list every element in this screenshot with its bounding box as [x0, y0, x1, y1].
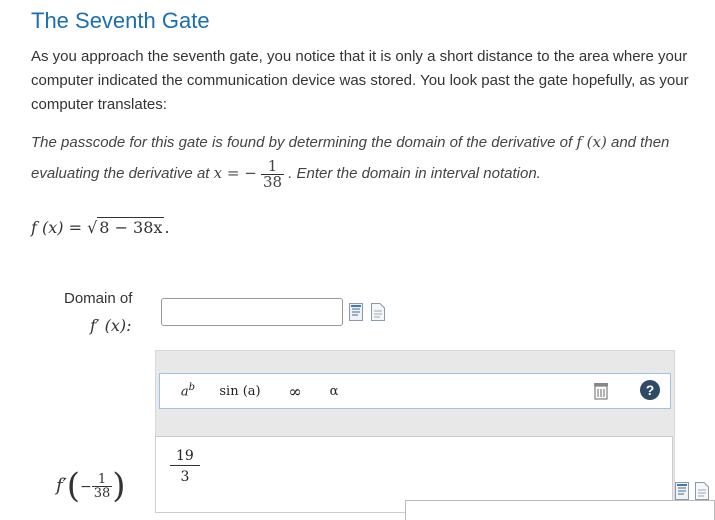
- preview-icon[interactable]: [371, 303, 385, 326]
- editor-fraction: 19 3: [170, 447, 200, 488]
- prompt-fraction: 1 38: [260, 158, 285, 191]
- equation-editor-icon[interactable]: [349, 303, 363, 326]
- sqrt-symbol: √: [87, 218, 98, 237]
- editor-fraction-numerator: 19: [170, 447, 200, 466]
- prompt-f-of-x: f (x): [576, 133, 607, 151]
- eval-fraction-numerator: 1: [91, 473, 113, 487]
- answer-input-2[interactable]: [405, 500, 715, 520]
- math-toolbar: ab sin (a) ∞ α ?: [159, 373, 671, 409]
- function-radicand: 8 − 38x: [97, 217, 165, 237]
- domain-fprime-label: f′ (x):: [90, 316, 132, 335]
- domain-label: Domain of: [64, 290, 133, 307]
- prompt-x-equals: x = −: [213, 164, 257, 182]
- derivative-evaluation-label: f′(− 1 38 ): [56, 466, 126, 506]
- prompt-paragraph: The passcode for this gate is found by d…: [31, 127, 715, 190]
- eval-open-paren: (: [66, 466, 81, 506]
- prompt-text-3: . Enter the domain in interval notation.: [288, 165, 541, 182]
- editor-fraction-denominator: 3: [180, 469, 190, 485]
- eval-negative: −: [80, 479, 92, 495]
- trash-icon[interactable]: [590, 380, 612, 402]
- prompt-fraction-denominator: 38: [262, 172, 283, 191]
- domain-answer-input[interactable]: [161, 298, 343, 326]
- greek-letter-button[interactable]: α: [322, 380, 346, 402]
- help-button[interactable]: ?: [640, 380, 660, 400]
- function-lhs: f (x) =: [31, 218, 88, 237]
- function-definition: f (x) = √ 8 − 38x.: [31, 217, 170, 237]
- prompt-text-1: The passcode for this gate is found by d…: [31, 134, 573, 151]
- eval-fraction: 1 38: [91, 473, 113, 501]
- function-tail: .: [164, 218, 170, 237]
- eval-fprime: f′: [56, 475, 67, 496]
- superscript-button[interactable]: ab: [170, 380, 206, 402]
- eval-close-paren: ): [112, 466, 126, 506]
- function-button[interactable]: sin (a): [215, 380, 265, 402]
- eval-fraction-denominator: 38: [93, 485, 111, 501]
- page-title: The Seventh Gate: [31, 8, 210, 33]
- infinity-button[interactable]: ∞: [280, 380, 310, 402]
- intro-paragraph: As you approach the seventh gate, you no…: [31, 48, 689, 113]
- superscript-icon: ab: [180, 382, 196, 400]
